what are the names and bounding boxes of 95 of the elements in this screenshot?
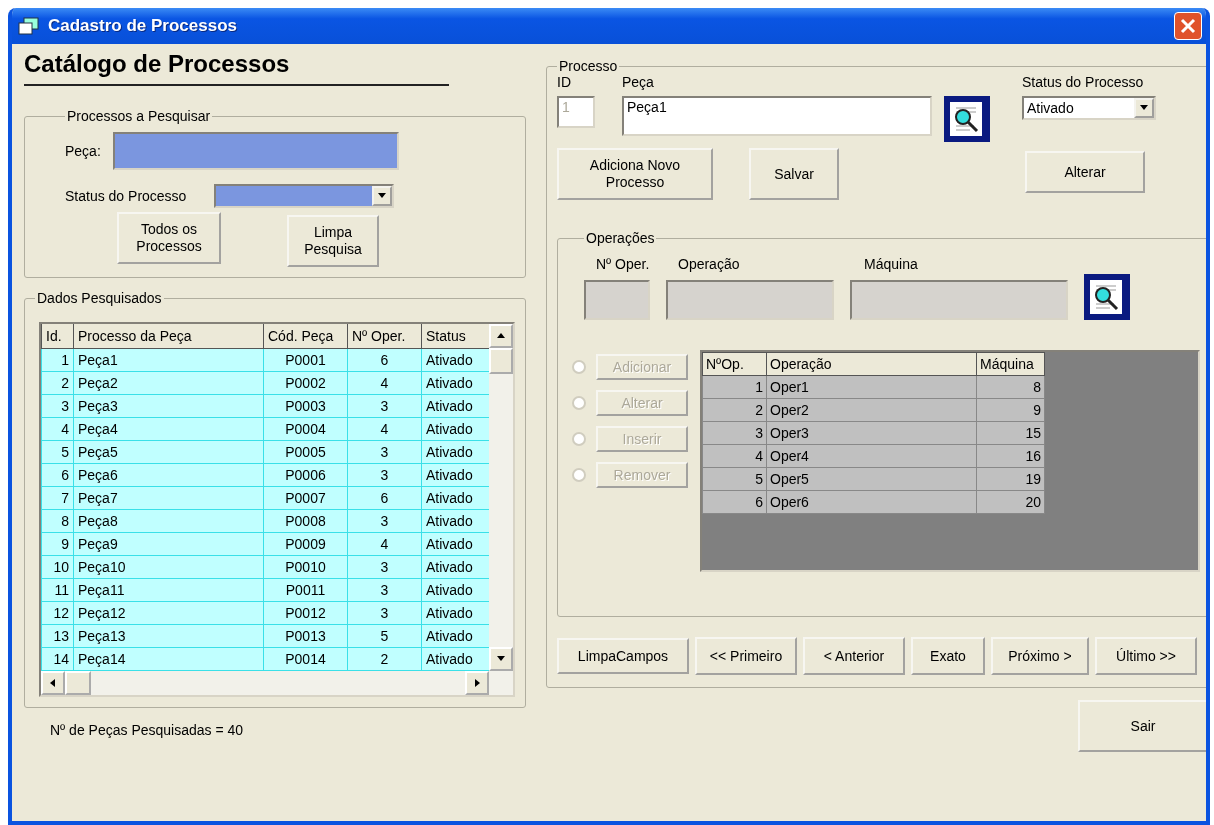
dropdown-button[interactable] xyxy=(1134,98,1154,118)
search-icon[interactable] xyxy=(944,96,990,142)
add-process-button[interactable]: Adiciona Novo Processo xyxy=(557,148,713,200)
search-icon[interactable] xyxy=(1084,274,1130,320)
table-cell: Peça4 xyxy=(73,417,264,440)
field-label: Máquina xyxy=(863,256,919,272)
field-label: Status do Processo xyxy=(65,188,187,204)
table-cell: 12 xyxy=(41,601,74,624)
scroll-thumb[interactable] xyxy=(489,348,513,374)
table-cell: Peça10 xyxy=(73,555,264,578)
table-cell: Oper4 xyxy=(766,444,977,468)
table-cell: 6 xyxy=(41,463,74,486)
dropdown-value: Ativado xyxy=(1027,100,1074,116)
table-cell: Oper2 xyxy=(766,398,977,422)
column-header[interactable]: NºOp. xyxy=(702,352,767,376)
right-arrow-icon xyxy=(472,677,482,688)
column-header[interactable]: Status xyxy=(421,324,490,348)
table-cell: Peça8 xyxy=(73,509,264,532)
table-cell: 9 xyxy=(41,532,74,555)
group-title: Processo xyxy=(558,58,619,74)
up-arrow-icon xyxy=(496,331,506,341)
column-header[interactable]: Operação xyxy=(766,352,977,376)
scroll-thumb[interactable] xyxy=(65,670,91,695)
field-label: Nº Oper. xyxy=(595,256,650,272)
column-header[interactable]: Id. xyxy=(41,324,74,348)
field-label: Peça xyxy=(622,74,655,90)
table-cell: 10 xyxy=(41,555,74,578)
table-cell: Peça1 xyxy=(73,348,264,371)
column-header[interactable]: Processo da Peça xyxy=(73,324,264,348)
field-label: Peça: xyxy=(65,143,101,159)
table-cell: Peça2 xyxy=(73,371,264,394)
table-cell: Peça6 xyxy=(73,463,264,486)
save-button[interactable]: Salvar xyxy=(749,148,839,200)
table-cell: Peça7 xyxy=(73,486,264,509)
nav-button[interactable]: Próximo > xyxy=(991,637,1089,675)
table-cell: 6 xyxy=(702,490,767,514)
group-title: Operações xyxy=(585,230,656,246)
table-cell: Peça9 xyxy=(73,532,264,555)
column-header[interactable]: Máquina xyxy=(976,352,1045,376)
scroll-right-button[interactable] xyxy=(465,670,489,695)
exit-button[interactable]: Sair xyxy=(1078,700,1206,752)
nav-button[interactable]: LimpaCampos xyxy=(557,638,689,674)
table-cell: 3 xyxy=(41,394,74,417)
field-label: Status do Processo xyxy=(1022,74,1145,90)
table-cell: Oper1 xyxy=(766,375,977,399)
table-cell: 4 xyxy=(702,444,767,468)
table-cell: 5 xyxy=(41,440,74,463)
nav-button[interactable]: << Primeiro xyxy=(695,637,797,675)
table-cell: Peça13 xyxy=(73,624,264,647)
table-cell: 8 xyxy=(41,509,74,532)
close-icon xyxy=(1180,18,1196,34)
scroll-left-button[interactable] xyxy=(41,670,65,695)
table-cell: Oper5 xyxy=(766,467,977,491)
table-cell: Oper6 xyxy=(766,490,977,514)
table-cell: Peça3 xyxy=(73,394,264,417)
nav-button[interactable]: Último >> xyxy=(1095,637,1197,675)
part-input-field[interactable]: Peça1 xyxy=(622,96,932,136)
table-cell: 11 xyxy=(41,578,74,601)
catalog-title: Catálogo de Processos xyxy=(24,50,291,78)
scroll-down-button[interactable] xyxy=(489,646,513,671)
table-cell: Oper3 xyxy=(766,421,977,445)
table-cell: 3 xyxy=(702,421,767,445)
column-header[interactable]: Nº Oper. xyxy=(347,324,422,348)
field-label: Operação xyxy=(677,256,741,272)
table-cell: Peça5 xyxy=(73,440,264,463)
table-cell: Peça14 xyxy=(73,647,264,670)
table-cell: 2 xyxy=(702,398,767,422)
nav-button[interactable]: < Anterior xyxy=(803,637,905,675)
status-dropdown[interactable]: Ativado xyxy=(1022,96,1156,120)
left-arrow-icon xyxy=(48,677,58,688)
count-text: Nº de Peças Pesquisadas = 40 xyxy=(50,721,245,738)
table-cell: 2 xyxy=(41,371,74,394)
group-title: Processos a Pesquisar xyxy=(66,108,212,124)
column-header[interactable]: Cód. Peça xyxy=(263,324,348,348)
close-button[interactable] xyxy=(1174,12,1202,40)
all-processes-button[interactable]: Todos os Processos xyxy=(117,212,221,264)
clear-search-button[interactable]: Limpa Pesquisa xyxy=(287,215,379,267)
table-cell: Peça11 xyxy=(73,578,264,601)
app-icon xyxy=(18,17,40,35)
table-cell: 7 xyxy=(41,486,74,509)
group-title: Dados Pesquisados xyxy=(36,290,163,306)
table-cell: 4 xyxy=(41,417,74,440)
edit-button[interactable]: Alterar xyxy=(1025,151,1145,193)
table-cell: Peça12 xyxy=(73,601,264,624)
table-cell: 1 xyxy=(41,348,74,371)
field-label: ID xyxy=(557,74,572,90)
table-cell: 13 xyxy=(41,624,74,647)
table-cell: 5 xyxy=(702,467,767,491)
table-cell: 14 xyxy=(41,647,74,670)
window-title: Cadastro de Processos xyxy=(48,16,238,36)
table-cell: 1 xyxy=(702,375,767,399)
search-input-field[interactable] xyxy=(112,132,399,170)
nav-button[interactable]: Exato xyxy=(911,637,985,675)
scroll-up-button[interactable] xyxy=(489,324,513,348)
dropdown-button[interactable] xyxy=(372,186,393,206)
